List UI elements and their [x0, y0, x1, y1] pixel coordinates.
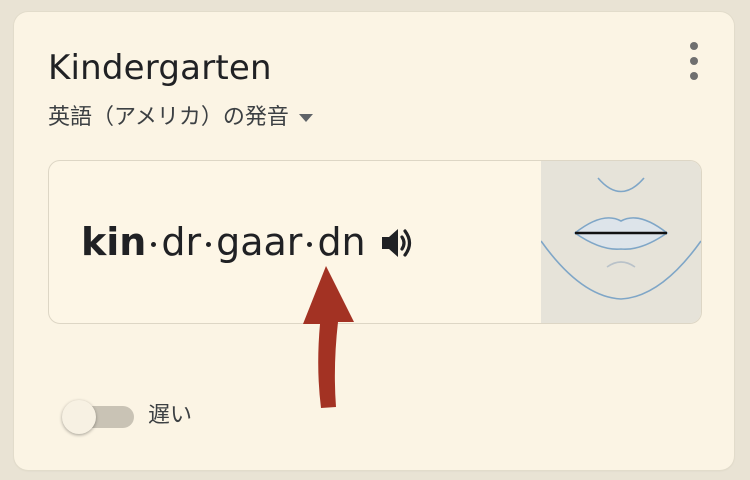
annotation-arrow-icon: [303, 266, 354, 408]
word-title: Kindergarten: [48, 48, 272, 88]
syllable-2: dr: [161, 220, 202, 264]
syllable-separator: [151, 241, 157, 247]
slow-label: 遅い: [148, 403, 193, 428]
page: Kindergarten 英語（アメリカ）の発音 kin dr gaar dn: [0, 0, 750, 480]
dropdown-arrow-icon: [298, 114, 313, 122]
language-selector[interactable]: 英語（アメリカ）の発音: [48, 102, 313, 134]
toggle-thumb: [62, 400, 96, 434]
syllable-1: kin: [81, 220, 147, 264]
slow-toggle[interactable]: [62, 400, 136, 434]
language-label: 英語（アメリカ）の発音: [48, 105, 289, 130]
mouth-illustration: [540, 161, 701, 323]
speaker-icon[interactable]: [380, 226, 416, 260]
mouth-shape-icon: [540, 177, 701, 300]
more-options-icon[interactable]: [682, 42, 706, 82]
syllable-separator: [307, 241, 313, 247]
syllable-separator: [206, 241, 212, 247]
